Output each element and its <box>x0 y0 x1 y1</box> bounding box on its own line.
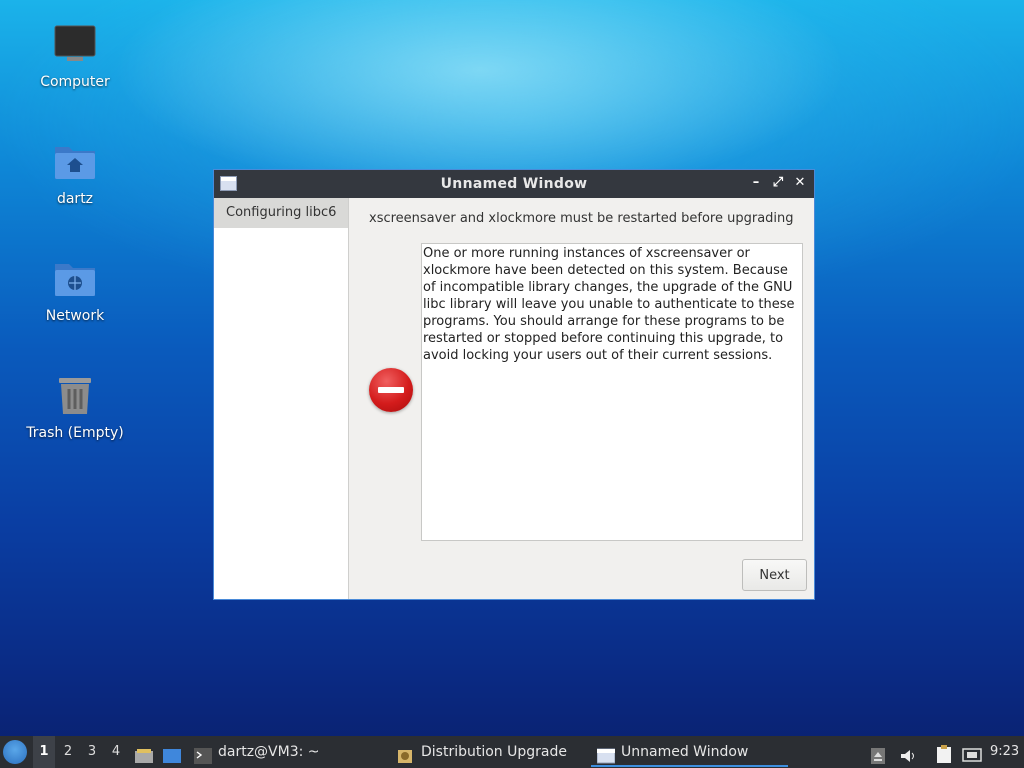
desktop-icon-label: Network <box>45 308 105 324</box>
workspace-1[interactable]: 1 <box>33 736 55 768</box>
task-label: dartz@VM3: ~ <box>218 744 320 760</box>
message-text: One or more running instances of xscreen… <box>423 246 795 363</box>
show-desktop-icon[interactable] <box>162 744 182 763</box>
desktop-icon-computer[interactable]: Computer <box>15 22 135 90</box>
window-icon <box>596 744 616 764</box>
task-terminal[interactable]: dartz@VM3: ~ <box>194 736 320 768</box>
start-menu-icon[interactable] <box>3 740 27 764</box>
upgrade-icon <box>397 744 415 763</box>
minimize-button[interactable]: – <box>748 175 764 191</box>
task-label: Unnamed Window <box>621 744 749 760</box>
window-icon <box>220 176 237 191</box>
message-textbox[interactable]: One or more running instances of xscreen… <box>421 243 803 541</box>
workspace-2[interactable]: 2 <box>57 736 79 768</box>
window-title: Unnamed Window <box>440 176 588 192</box>
stop-icon <box>369 368 413 412</box>
maximize-button[interactable]: ⤢ <box>770 175 786 191</box>
upgrade-dialog-window: Unnamed Window – ⤢ ✕ Configuring libc6 x… <box>213 169 815 600</box>
file-manager-launcher-icon[interactable] <box>134 744 154 763</box>
desktop-icon-network[interactable]: Network <box>15 256 135 324</box>
window-titlebar[interactable]: Unnamed Window – ⤢ ✕ <box>214 170 814 198</box>
task-unnamed-window[interactable]: Unnamed Window <box>590 736 789 768</box>
steps-sidebar: Configuring libc6 <box>214 198 349 599</box>
clock[interactable]: 9:23 <box>990 736 1019 768</box>
trash-icon <box>51 373 99 421</box>
home-folder-icon <box>51 139 99 187</box>
desktop-icon-trash[interactable]: Trash (Empty) <box>15 373 135 441</box>
desktop-icon-label: Trash (Empty) <box>26 425 124 441</box>
step-configuring-libc6: Configuring libc6 <box>214 198 348 228</box>
volume-icon[interactable] <box>899 744 917 762</box>
task-label: Distribution Upgrade <box>421 744 567 760</box>
task-distribution-upgrade[interactable]: Distribution Upgrade <box>397 736 567 768</box>
terminal-icon <box>194 744 212 764</box>
next-button[interactable]: Next <box>742 559 807 591</box>
network-status-icon[interactable] <box>962 744 982 762</box>
dialog-content: xscreensaver and xlockmore must be resta… <box>349 198 814 599</box>
desktop-icon-label: Computer <box>40 74 110 90</box>
desktop-icon-label: dartz <box>56 191 94 207</box>
workspace-3[interactable]: 3 <box>81 736 103 768</box>
taskbar: 1 2 3 4 dartz@VM3: ~ Distribution Upgrad… <box>0 736 1024 768</box>
clipboard-icon[interactable] <box>935 743 953 763</box>
eject-icon[interactable] <box>871 744 885 764</box>
close-button[interactable]: ✕ <box>792 175 808 191</box>
monitor-icon <box>51 22 99 70</box>
dialog-heading: xscreensaver and xlockmore must be resta… <box>369 211 794 226</box>
desktop-icon-dartz[interactable]: dartz <box>15 139 135 207</box>
network-folder-icon <box>51 256 99 304</box>
workspace-4[interactable]: 4 <box>105 736 127 768</box>
